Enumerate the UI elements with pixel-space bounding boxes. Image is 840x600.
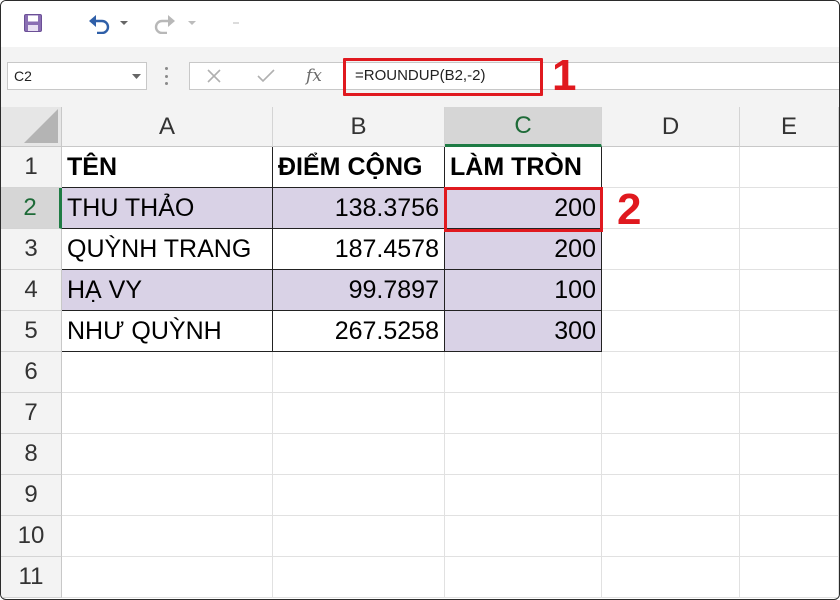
cell-a3[interactable]: QUỲNH TRANG: [62, 229, 273, 270]
cell-e11[interactable]: [740, 557, 839, 598]
cancel-button[interactable]: [202, 63, 226, 89]
cell-b1[interactable]: ĐIỂM CỘNG: [273, 147, 445, 188]
name-box-value: C2: [14, 68, 32, 84]
cell-a4[interactable]: HẠ VY: [62, 270, 273, 311]
cell-a11[interactable]: [62, 557, 273, 598]
row-header-4[interactable]: 4: [1, 270, 62, 311]
cell-d4[interactable]: [602, 270, 740, 311]
cell-d1[interactable]: [602, 147, 740, 188]
cell-a5[interactable]: NHƯ QUỲNH: [62, 311, 273, 352]
redo-dropdown[interactable]: [185, 9, 199, 37]
formula-buttons: fx: [189, 62, 339, 90]
cell-c9[interactable]: [445, 475, 602, 516]
formula-highlight-box: [343, 58, 543, 96]
cell-b9[interactable]: [273, 475, 445, 516]
annotation-marker-2: 2: [617, 185, 642, 234]
cell-c6[interactable]: [445, 352, 602, 393]
select-all-button[interactable]: [1, 107, 62, 147]
redo-icon: [154, 15, 175, 34]
cell-c10[interactable]: [445, 516, 602, 557]
undo-dropdown[interactable]: [117, 9, 131, 37]
cell-c8[interactable]: [445, 434, 602, 475]
save-icon: [24, 14, 42, 32]
row-header-8[interactable]: 8: [1, 434, 62, 475]
cell-e8[interactable]: [740, 434, 839, 475]
cell-e6[interactable]: [740, 352, 839, 393]
cell-c1[interactable]: LÀM TRÒN: [445, 147, 602, 188]
cell-a9[interactable]: [62, 475, 273, 516]
cell-d8[interactable]: [602, 434, 740, 475]
cell-e9[interactable]: [740, 475, 839, 516]
excel-window: C2 fx =ROUNDUP(B2,-2) 1 A B C D E 1 2 3 …: [0, 0, 840, 600]
cell-b8[interactable]: [273, 434, 445, 475]
save-button[interactable]: [19, 9, 47, 37]
more-icon: [233, 22, 239, 24]
undo-button[interactable]: [85, 9, 113, 37]
cell-d10[interactable]: [602, 516, 740, 557]
column-header-a[interactable]: A: [62, 107, 273, 147]
cell-b6[interactable]: [273, 352, 445, 393]
cell-e5[interactable]: [740, 311, 839, 352]
row-header-2[interactable]: 2: [1, 188, 62, 229]
cell-e10[interactable]: [740, 516, 839, 557]
check-icon: [257, 69, 275, 83]
undo-icon: [89, 15, 110, 34]
row-header-11[interactable]: 11: [1, 557, 62, 598]
cell-e1[interactable]: [740, 147, 839, 188]
cell-d7[interactable]: [602, 393, 740, 434]
insert-function-button[interactable]: fx: [302, 63, 326, 89]
chevron-down-icon: [188, 21, 196, 25]
row-header-6[interactable]: 6: [1, 352, 62, 393]
enter-button[interactable]: [254, 63, 278, 89]
cell-d5[interactable]: [602, 311, 740, 352]
column-header-b[interactable]: B: [273, 107, 445, 147]
cell-b2[interactable]: 138.3756: [273, 188, 445, 229]
row-header-7[interactable]: 7: [1, 393, 62, 434]
row-header-9[interactable]: 9: [1, 475, 62, 516]
cell-highlight-box: [444, 187, 603, 232]
cell-c5[interactable]: 300: [445, 311, 602, 352]
column-header-e[interactable]: E: [740, 107, 839, 147]
cell-b5[interactable]: 267.5258: [273, 311, 445, 352]
cell-c7[interactable]: [445, 393, 602, 434]
cell-a10[interactable]: [62, 516, 273, 557]
cell-d9[interactable]: [602, 475, 740, 516]
cell-e2[interactable]: [740, 188, 839, 229]
cell-b7[interactable]: [273, 393, 445, 434]
row-header-5[interactable]: 5: [1, 311, 62, 352]
cell-a6[interactable]: [62, 352, 273, 393]
cell-a2[interactable]: THU THẢO: [62, 188, 273, 229]
cell-c3[interactable]: 200: [445, 229, 602, 270]
cell-d11[interactable]: [602, 557, 740, 598]
column-header-d[interactable]: D: [602, 107, 740, 147]
customize-toolbar-button[interactable]: [229, 9, 243, 37]
row-header-10[interactable]: 10: [1, 516, 62, 557]
cell-b11[interactable]: [273, 557, 445, 598]
cell-b4[interactable]: 99.7897: [273, 270, 445, 311]
row-header-3[interactable]: 3: [1, 229, 62, 270]
cell-c11[interactable]: [445, 557, 602, 598]
cell-a7[interactable]: [62, 393, 273, 434]
redo-button[interactable]: [151, 9, 179, 37]
row-header-1[interactable]: 1: [1, 147, 62, 188]
cell-e3[interactable]: [740, 229, 839, 270]
name-box[interactable]: C2: [7, 62, 147, 90]
cell-d3[interactable]: [602, 229, 740, 270]
drag-handle-icon[interactable]: [161, 64, 171, 88]
cell-b3[interactable]: 187.4578: [273, 229, 445, 270]
cell-a1[interactable]: TÊN: [62, 147, 273, 188]
chevron-down-icon: [120, 21, 128, 25]
quick-access-toolbar: [1, 1, 839, 47]
chevron-down-icon[interactable]: [126, 73, 146, 79]
cell-a8[interactable]: [62, 434, 273, 475]
cell-c4[interactable]: 100: [445, 270, 602, 311]
cell-d6[interactable]: [602, 352, 740, 393]
column-header-c[interactable]: C: [445, 107, 602, 147]
annotation-marker-1: 1: [552, 51, 577, 100]
cell-e4[interactable]: [740, 270, 839, 311]
cell-b10[interactable]: [273, 516, 445, 557]
close-icon: [207, 69, 221, 83]
cell-e7[interactable]: [740, 393, 839, 434]
